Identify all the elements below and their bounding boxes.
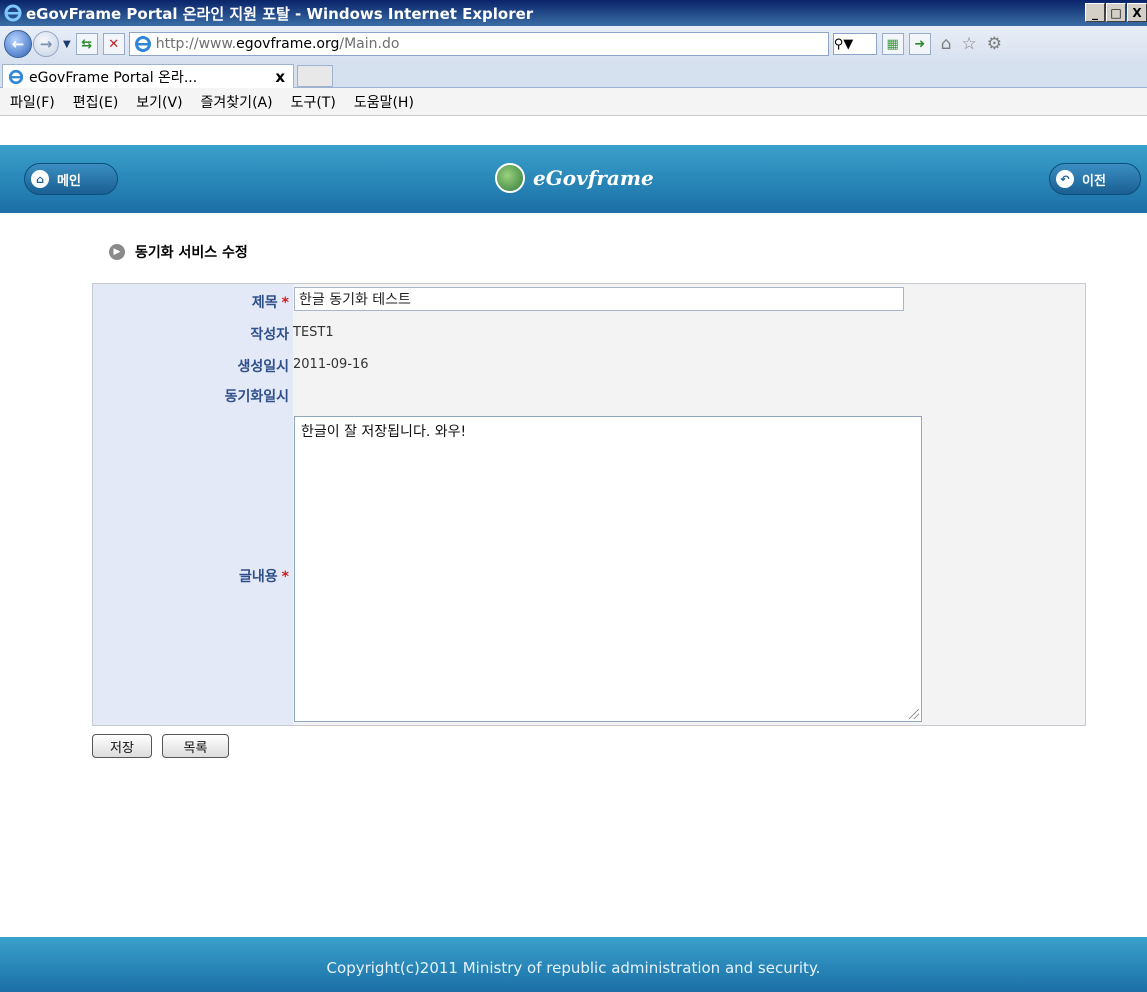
gear-icon[interactable]: ⚙: [987, 34, 1002, 54]
tab-strip: eGovFrame Portal 온라... x: [0, 62, 1147, 88]
forward-arrow-icon[interactable]: →: [33, 31, 59, 57]
menu-file[interactable]: 파일(F): [10, 92, 55, 112]
required-mark: *: [281, 295, 289, 311]
content-text: 한글이 잘 저장됩니다. 와우!: [301, 424, 467, 440]
bullet-icon: ▶: [109, 244, 125, 260]
label-column: [93, 284, 293, 725]
resize-grip-icon[interactable]: [909, 709, 919, 719]
site-header: ⌂ 메인 eGovframe ↶ 이전: [0, 145, 1147, 213]
compat-view-icon[interactable]: ▦: [881, 33, 904, 55]
menu-favorites[interactable]: 즐겨찾기(A): [201, 92, 273, 112]
history-dropdown-icon[interactable]: ▼: [63, 39, 71, 50]
content-label-text: 글내용: [239, 569, 278, 585]
address-path: /Main.do: [339, 36, 400, 52]
created-label: 생성일시: [237, 359, 289, 375]
refresh-icon[interactable]: ⇆: [75, 33, 98, 55]
created-value: 2011-09-16: [293, 357, 369, 372]
address-host: egovframe.org: [236, 36, 340, 52]
site-footer: Copyright(c)2011 Ministry of republic ad…: [0, 937, 1147, 992]
page-title-text: 동기화 서비스 수정: [135, 245, 248, 261]
title-label: 제목 *: [252, 292, 289, 312]
writer-label: 작성자: [250, 327, 289, 343]
minimize-button[interactable]: _: [1085, 3, 1105, 22]
content-label: 글내용 *: [239, 566, 289, 586]
edit-form: 제목 * 한글 동기화 테스트 작성자 TEST1 생성일시 2011-09-16…: [92, 283, 1086, 726]
address-bar[interactable]: http://www. egovframe.org/Main.do: [128, 32, 829, 56]
page-ie-icon: [134, 36, 151, 52]
writer-value: TEST1: [293, 325, 334, 340]
address-prefix: http://www.: [155, 36, 237, 52]
close-window-button[interactable]: X: [1127, 3, 1147, 22]
go-arrow-icon[interactable]: ➜: [908, 33, 931, 55]
title-label-text: 제목: [251, 295, 278, 311]
menu-help[interactable]: 도움말(H): [354, 92, 414, 112]
maximize-button[interactable]: □: [1106, 3, 1126, 22]
tab-close-icon[interactable]: x: [275, 68, 285, 86]
header-spacer: [0, 116, 1147, 145]
menu-bar: 파일(F) 편집(E) 보기(V) 즐겨찾기(A) 도구(T) 도움말(H): [0, 88, 1147, 116]
back-button-label: 이전: [1082, 173, 1106, 189]
site-logo: eGovframe: [495, 163, 654, 193]
brand-name: eGovframe: [533, 166, 654, 190]
back-arrow-icon[interactable]: ←: [4, 30, 32, 58]
page-title: ▶ 동기화 서비스 수정: [109, 242, 248, 262]
list-button[interactable]: 목록: [162, 734, 229, 758]
title-input[interactable]: 한글 동기화 테스트: [294, 287, 904, 311]
content-textarea[interactable]: 한글이 잘 저장됩니다. 와우!: [294, 416, 922, 722]
save-button[interactable]: 저장: [92, 734, 152, 758]
stop-icon[interactable]: ✕: [102, 33, 125, 55]
back-button[interactable]: ↶ 이전: [1049, 163, 1141, 195]
globe-icon: [495, 163, 525, 193]
search-icon[interactable]: ⚲▼: [832, 33, 877, 55]
window-title: eGovFrame Portal 온라인 지원 포탈 - Windows Int…: [26, 4, 534, 23]
new-tab-button[interactable]: [297, 65, 333, 87]
menu-view[interactable]: 보기(V): [136, 92, 182, 112]
tab-label: eGovFrame Portal 온라...: [29, 69, 198, 86]
menu-tools[interactable]: 도구(T): [291, 92, 336, 112]
menu-edit[interactable]: 편집(E): [73, 92, 119, 112]
back-icon: ↶: [1056, 170, 1074, 188]
home-button[interactable]: ⌂ 메인: [24, 163, 118, 195]
required-mark: *: [281, 569, 289, 585]
home-icon[interactable]: ⌂: [941, 34, 952, 54]
browser-tab[interactable]: eGovFrame Portal 온라... x: [2, 64, 294, 88]
window-titlebar: eGovFrame Portal 온라인 지원 포탈 - Windows Int…: [0, 0, 1147, 26]
home-icon: ⌂: [31, 170, 49, 188]
star-icon[interactable]: ☆: [962, 34, 977, 54]
copyright-text: Copyright(c)2011 Ministry of republic ad…: [326, 959, 821, 977]
navigation-bar: ← → ▼ ⇆ ✕ http://www. egovframe.org/Main.…: [0, 26, 1147, 62]
synced-label: 동기화일시: [224, 389, 289, 405]
tab-ie-icon: [8, 69, 24, 84]
ie-logo-icon: [4, 4, 22, 22]
home-button-label: 메인: [57, 173, 81, 189]
